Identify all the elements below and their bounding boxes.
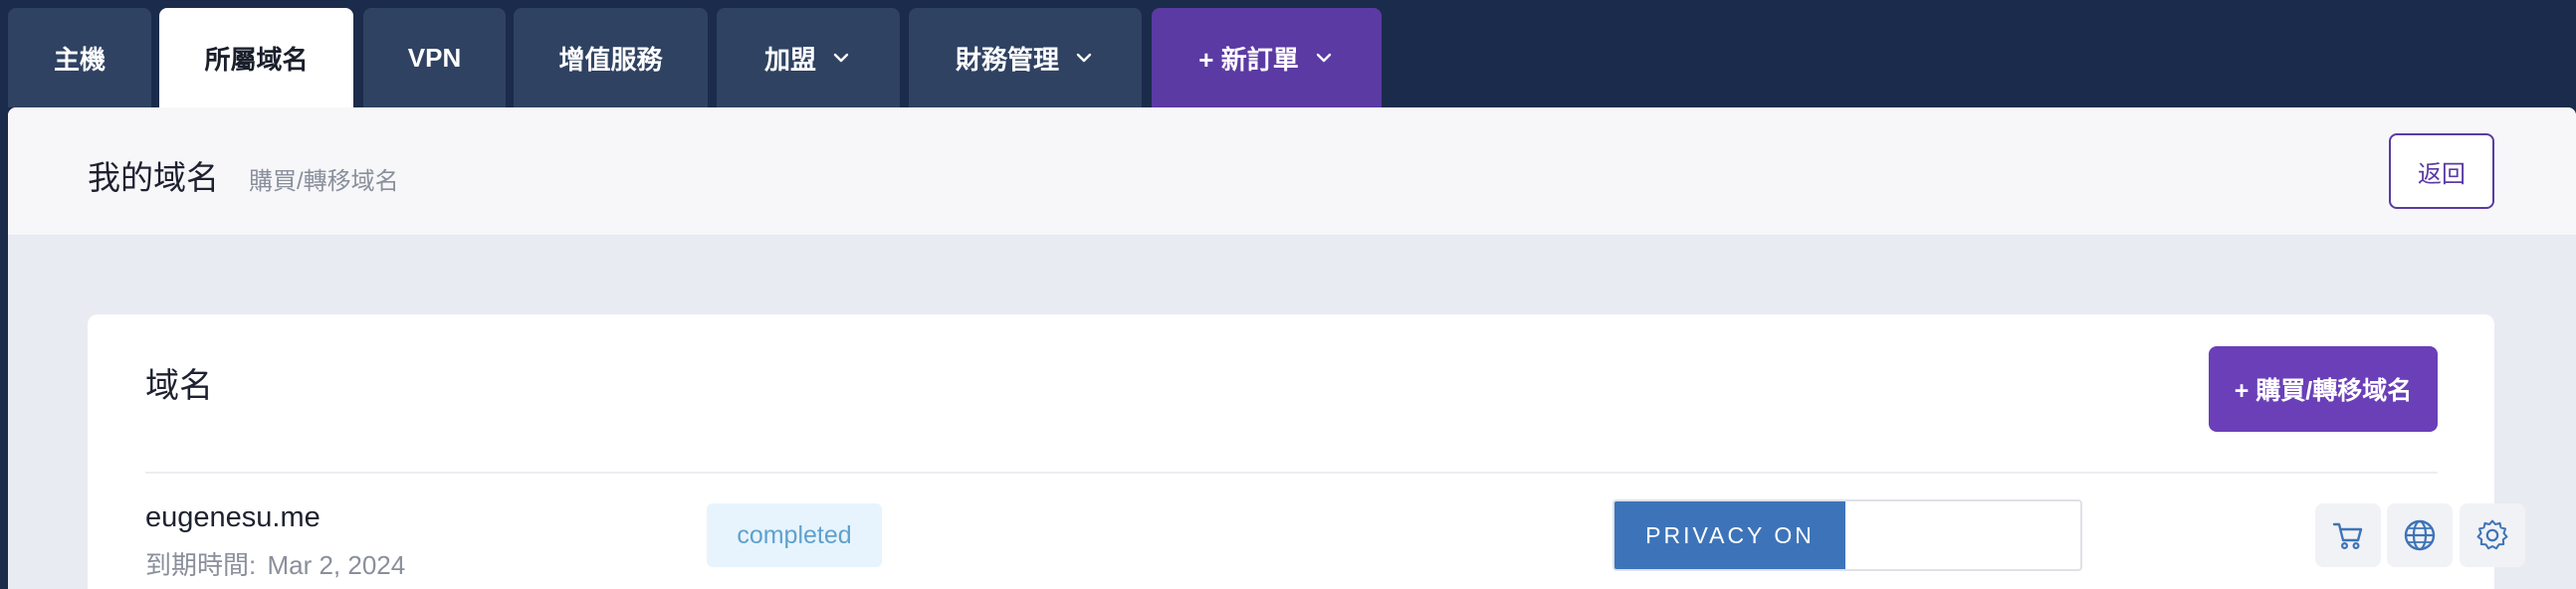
expiry-value: Mar 2, 2024 (267, 550, 406, 580)
tab-domains[interactable]: 所屬域名 (159, 8, 353, 107)
tab-vpn[interactable]: VPN (363, 8, 506, 107)
status-badge: completed (707, 503, 882, 567)
back-button[interactable]: 返回 (2389, 133, 2494, 209)
domains-card: 域名 + 購買/轉移域名 eugenesu.me 到期時間: Mar 2, 20… (88, 314, 2525, 589)
tab-new-order[interactable]: + 新訂單 (1152, 8, 1382, 107)
page-title: 我的域名 (88, 159, 219, 196)
top-nav: 主機 所屬域名 VPN 增值服務 加盟 財務管理 + 新訂單 (0, 0, 2576, 107)
cart-icon (2332, 522, 2363, 550)
renew-button[interactable] (2315, 503, 2381, 567)
tab-label: 主機 (53, 44, 106, 75)
tab-affiliate[interactable]: 加盟 (717, 8, 900, 107)
page-header: 我的域名 購買/轉移域名 返回 (8, 107, 2576, 236)
tab-label: 增值服務 (558, 44, 663, 75)
expiry-label: 到期時間: (145, 550, 257, 580)
gear-icon (2476, 519, 2508, 550)
settings-button[interactable] (2460, 503, 2525, 567)
tab-label: 所屬域名 (204, 44, 309, 75)
domain-row: eugenesu.me 到期時間: Mar 2, 2024 completed … (145, 474, 2525, 589)
dns-button[interactable] (2387, 503, 2453, 567)
tab-label: 加盟 (763, 44, 816, 75)
globe-icon (2404, 519, 2436, 551)
tab-value-added-services[interactable]: 增值服務 (514, 8, 708, 107)
tab-host[interactable]: 主機 (8, 8, 151, 107)
domain-name[interactable]: eugenesu.me (145, 501, 321, 534)
chevron-down-icon (1076, 53, 1092, 63)
tab-label: + 新訂單 (1198, 44, 1299, 75)
privacy-toggle[interactable]: PRIVACY ON (1612, 499, 2082, 571)
buy-transfer-domain-button[interactable]: + 購買/轉移域名 (2209, 346, 2438, 432)
card-title: 域名 (145, 367, 213, 405)
privacy-on-label: PRIVACY ON (1614, 501, 1845, 569)
page-subtitle: 購買/轉移域名 (249, 168, 399, 195)
tab-label: 財務管理 (955, 44, 1059, 75)
chevron-down-icon (1316, 53, 1331, 63)
expiry-date: 到期時間: Mar 2, 2024 (145, 545, 405, 582)
tab-label: VPN (407, 42, 462, 73)
chevron-down-icon (833, 53, 849, 63)
tab-billing[interactable]: 財務管理 (909, 8, 1142, 107)
main-panel: 我的域名 購買/轉移域名 返回 域名 + 購買/轉移域名 eugenesu.me… (8, 107, 2576, 589)
